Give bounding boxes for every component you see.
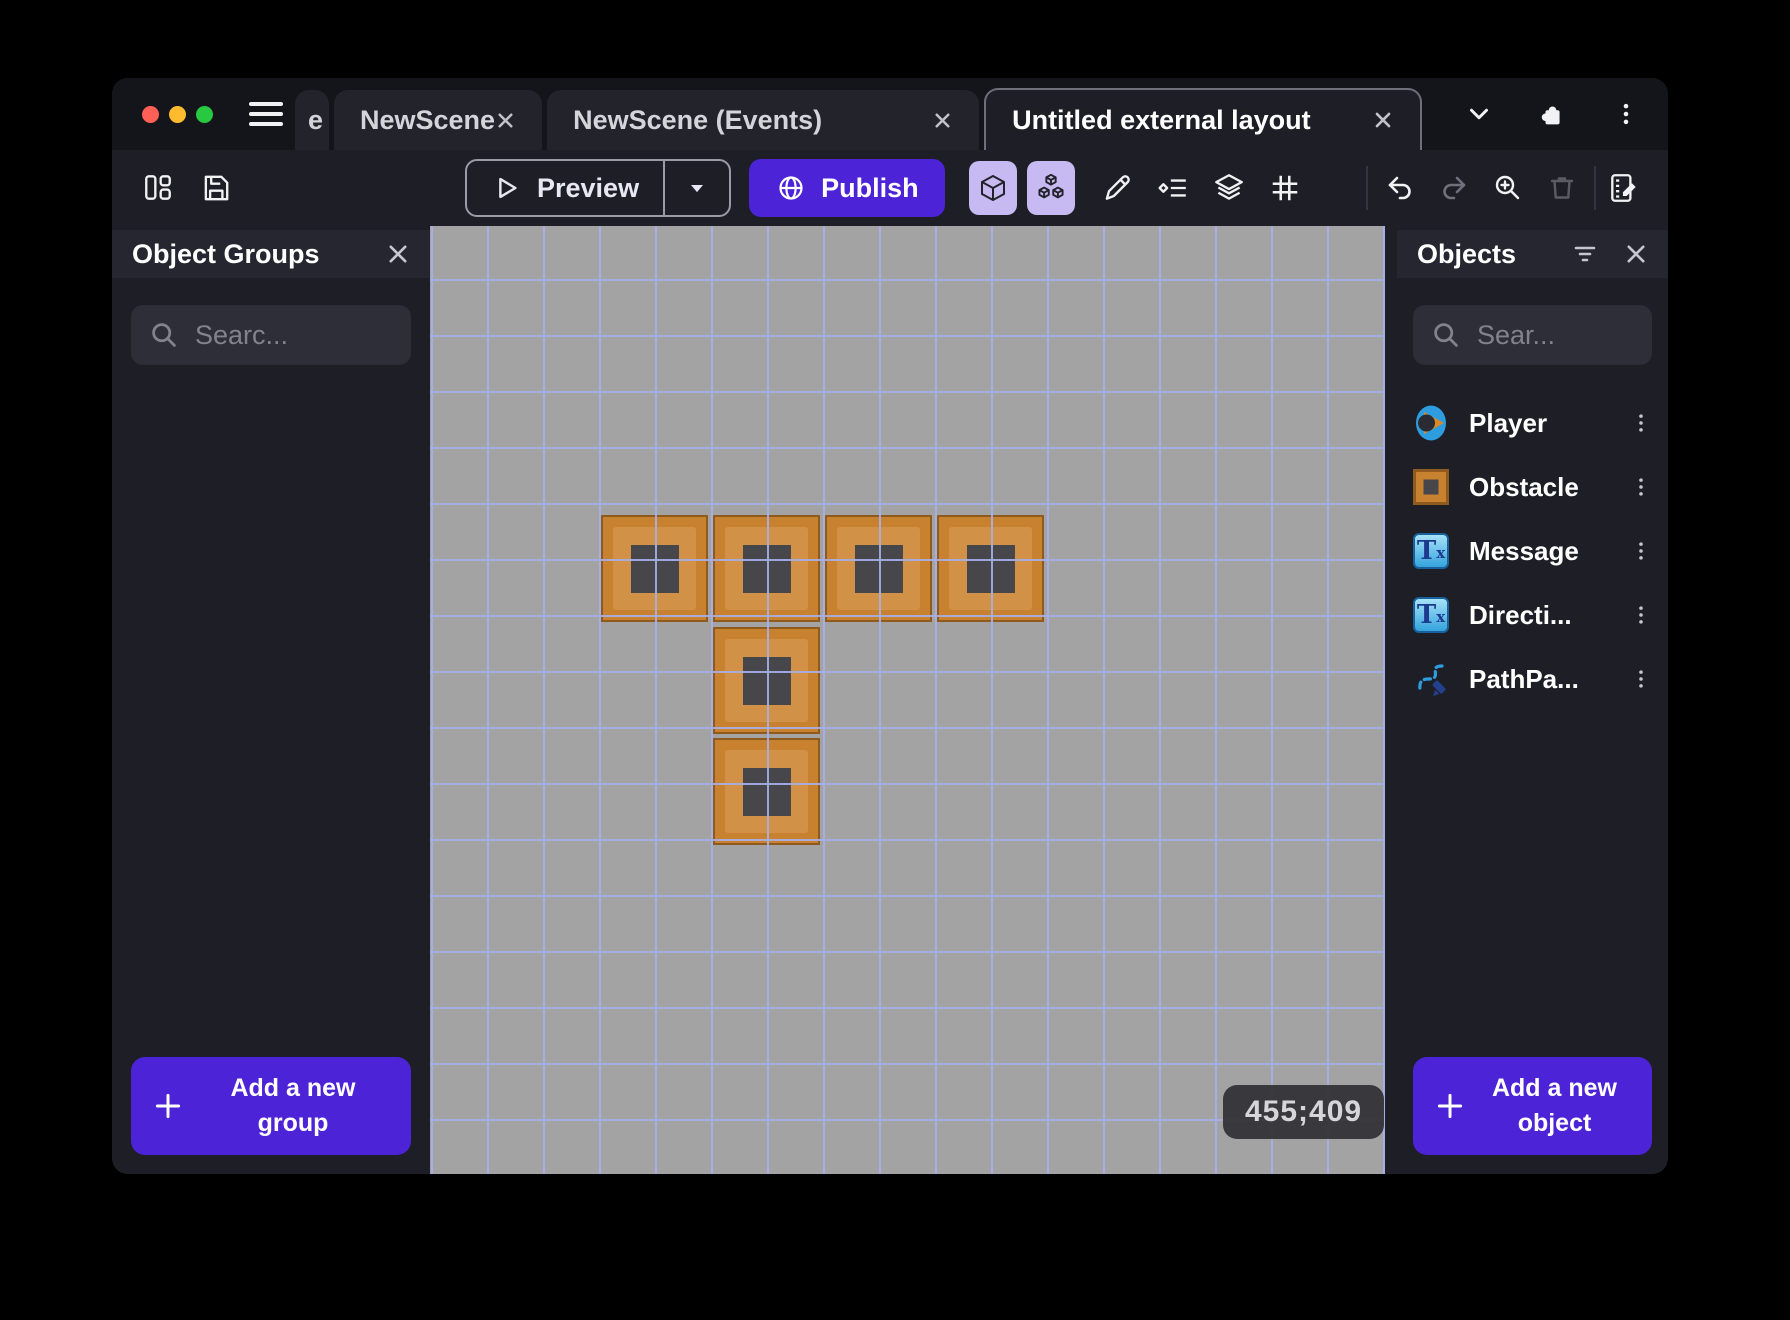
obstacle-instance[interactable] bbox=[601, 515, 708, 622]
add-object-label-line2: object bbox=[1517, 1109, 1592, 1137]
add-object-button[interactable]: Add a new object bbox=[1413, 1057, 1652, 1155]
kebab-menu-icon[interactable] bbox=[1630, 604, 1652, 626]
kebab-menu-icon[interactable] bbox=[1630, 476, 1652, 498]
publish-button[interactable]: Publish bbox=[749, 159, 945, 217]
plus-icon bbox=[1433, 1089, 1467, 1123]
titlebar: e NewScene NewScene (Events) Untitled ex… bbox=[112, 78, 1668, 150]
tab-label: e bbox=[307, 104, 323, 135]
preview-split-button: Preview bbox=[465, 159, 732, 217]
obstacle-instance[interactable] bbox=[825, 515, 932, 622]
tab-label: NewScene (Events) bbox=[573, 104, 823, 135]
preview-label: Preview bbox=[537, 172, 640, 203]
instances-mode-toggle[interactable] bbox=[1026, 161, 1075, 215]
obstacle-sprite-icon bbox=[1413, 469, 1449, 505]
hamburger-menu-icon[interactable] bbox=[249, 102, 283, 126]
redo-icon[interactable] bbox=[1430, 164, 1478, 212]
text-object-icon: Tx bbox=[1413, 597, 1449, 633]
search-icon bbox=[1431, 320, 1461, 350]
add-group-label-line2: group bbox=[257, 1109, 329, 1137]
path-paint-icon bbox=[1413, 661, 1449, 697]
search-input[interactable] bbox=[195, 319, 393, 351]
object-groups-panel: Object Groups Add a new group bbox=[112, 226, 430, 1174]
object-groups-search bbox=[131, 305, 411, 365]
search-input[interactable] bbox=[1477, 319, 1634, 351]
preview-button[interactable]: Preview bbox=[467, 173, 663, 204]
kebab-menu-icon[interactable] bbox=[1612, 100, 1640, 128]
object-row-pathpaint[interactable]: PathPa... bbox=[1397, 647, 1668, 711]
tab-untitled-external-layout[interactable]: Untitled external layout bbox=[984, 88, 1423, 150]
chevron-down-icon[interactable] bbox=[1464, 99, 1494, 129]
tab-clipped[interactable]: e bbox=[295, 90, 329, 150]
obstacle-instance[interactable] bbox=[713, 515, 820, 622]
divider bbox=[1594, 166, 1596, 210]
obstacle-instance[interactable] bbox=[937, 515, 1044, 622]
close-icon[interactable] bbox=[1372, 109, 1394, 131]
extensions-puzzle-icon[interactable] bbox=[1538, 99, 1568, 129]
object-row-player[interactable]: Player bbox=[1397, 391, 1668, 455]
text-object-icon: Tx bbox=[1413, 533, 1449, 569]
kebab-menu-icon[interactable] bbox=[1630, 668, 1652, 690]
scene-canvas[interactable]: 455;409 bbox=[430, 226, 1385, 1174]
objects-mode-toggle[interactable] bbox=[968, 161, 1017, 215]
toggle-panels-icon[interactable] bbox=[134, 164, 182, 212]
objects-search bbox=[1413, 305, 1652, 365]
search-icon bbox=[149, 320, 179, 350]
layers-icon[interactable] bbox=[1205, 164, 1253, 212]
minimize-window-button[interactable] bbox=[169, 105, 186, 123]
add-group-button[interactable]: Add a new group bbox=[131, 1057, 411, 1155]
edit-events-sheet-icon[interactable] bbox=[1600, 164, 1648, 212]
toolbar: Preview Publish bbox=[112, 150, 1668, 226]
kebab-menu-icon[interactable] bbox=[1630, 540, 1652, 562]
objects-list: Player Obstacle Tx Message T x Directi..… bbox=[1397, 391, 1668, 711]
app-window: e NewScene NewScene (Events) Untitled ex… bbox=[112, 78, 1668, 1174]
tab-newscene-events[interactable]: NewScene (Events) bbox=[547, 90, 980, 150]
divider bbox=[1366, 166, 1368, 210]
tab-strip: e NewScene NewScene (Events) Untitled ex… bbox=[295, 78, 1423, 150]
kebab-menu-icon[interactable] bbox=[1630, 412, 1652, 434]
add-group-label-line1: Add a new bbox=[230, 1074, 356, 1102]
tab-label: NewScene bbox=[360, 104, 496, 135]
grid-icon[interactable] bbox=[1261, 164, 1309, 212]
player-sprite-icon bbox=[1413, 403, 1449, 443]
canvas-blocks bbox=[430, 226, 1385, 1174]
close-window-button[interactable] bbox=[142, 105, 159, 123]
globe-icon bbox=[775, 172, 807, 204]
trash-icon[interactable] bbox=[1538, 164, 1586, 212]
tab-label: Untitled external layout bbox=[1012, 104, 1311, 135]
save-icon[interactable] bbox=[192, 164, 240, 212]
close-icon[interactable] bbox=[1624, 242, 1648, 266]
filter-icon[interactable] bbox=[1572, 241, 1598, 267]
object-row-message[interactable]: Tx Message bbox=[1397, 519, 1668, 583]
preview-options-caret-icon[interactable] bbox=[665, 176, 729, 200]
object-groups-title: Object Groups bbox=[132, 238, 320, 269]
add-object-label-line1: Add a new bbox=[1491, 1074, 1617, 1102]
obstacle-instance[interactable] bbox=[713, 738, 820, 845]
cursor-coordinates-badge: 455;409 bbox=[1223, 1085, 1385, 1139]
plus-icon bbox=[151, 1089, 185, 1123]
close-icon[interactable] bbox=[495, 110, 516, 131]
close-icon[interactable] bbox=[386, 242, 410, 266]
close-icon[interactable] bbox=[932, 110, 953, 131]
objects-panel: Objects Play bbox=[1397, 226, 1668, 1174]
zoom-in-icon[interactable] bbox=[1484, 164, 1532, 212]
publish-label: Publish bbox=[821, 172, 919, 203]
main-area: Object Groups Add a new group bbox=[112, 226, 1668, 1174]
tab-newscene[interactable]: NewScene bbox=[334, 90, 543, 150]
object-row-directions[interactable]: Tx Directi... bbox=[1397, 583, 1668, 647]
instances-list-icon[interactable] bbox=[1149, 164, 1197, 212]
objects-title: Objects bbox=[1417, 238, 1517, 269]
object-row-obstacle[interactable]: Obstacle bbox=[1397, 455, 1668, 519]
zoom-window-button[interactable] bbox=[196, 105, 213, 123]
play-icon bbox=[491, 173, 521, 203]
undo-icon[interactable] bbox=[1376, 164, 1424, 212]
obstacle-instance[interactable] bbox=[713, 627, 820, 734]
edit-pencil-icon[interactable] bbox=[1093, 164, 1141, 212]
titlebar-right-actions bbox=[1464, 99, 1640, 129]
traffic-lights bbox=[142, 105, 213, 123]
